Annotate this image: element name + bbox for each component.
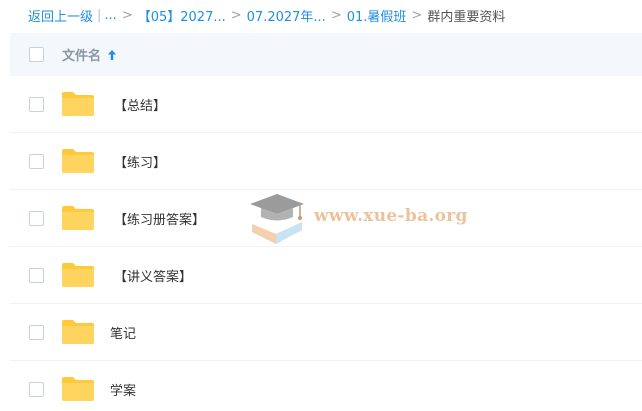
breadcrumb-divider: | [97,7,102,23]
row-checkbox[interactable] [29,153,44,169]
folder-icon [62,377,94,401]
breadcrumb-item-3[interactable]: 01.暑假班 [347,6,407,25]
folder-icon [62,206,94,230]
breadcrumb-separator: > [411,7,423,23]
select-all-checkbox[interactable] [29,47,44,62]
row-checkbox[interactable] [29,267,44,283]
breadcrumb-separator: > [121,7,133,23]
folder-icon [62,263,94,287]
column-header-label: 文件名 [62,49,102,64]
row-checkbox[interactable] [29,210,44,226]
file-name[interactable]: 【练习】 [114,152,166,171]
folder-icon [62,320,94,344]
breadcrumb: 返回上一级 | ... > 【05】2027... > 07.2027年... … [0,0,642,30]
folder-icon [62,92,94,116]
back-link[interactable]: 返回上一级 [28,6,93,25]
row-checkbox[interactable] [29,324,44,340]
file-name[interactable]: 学案 [110,380,136,399]
file-browser: 返回上一级 | ... > 【05】2027... > 07.2027年... … [0,0,642,411]
breadcrumb-item-1[interactable]: 【05】2027... [138,6,226,25]
file-list: 【总结】 【练习】 【练习册答案】 【讲义答案】 笔记 学案 [10,76,642,411]
folder-icon [62,149,94,173]
arrow-up-icon[interactable] [107,49,117,61]
breadcrumb-separator: > [330,7,342,23]
breadcrumb-item-2[interactable]: 07.2027年... [247,6,326,25]
file-list-header: 文件名 [10,33,642,76]
column-header-filename[interactable]: 文件名 [62,45,117,64]
list-item[interactable]: 学案 [10,361,642,411]
breadcrumb-separator: > [230,7,242,23]
list-item[interactable]: 【讲义答案】 [10,247,642,304]
list-item[interactable]: 笔记 [10,304,642,361]
row-checkbox[interactable] [29,96,44,112]
file-name[interactable]: 【练习册答案】 [114,209,205,228]
list-item[interactable]: 【练习册答案】 [10,190,642,247]
file-name[interactable]: 【讲义答案】 [114,266,192,285]
list-item[interactable]: 【练习】 [10,133,642,190]
row-checkbox[interactable] [29,381,44,397]
breadcrumb-ellipsis[interactable]: ... [104,8,116,23]
file-name[interactable]: 【总结】 [114,95,166,114]
list-item[interactable]: 【总结】 [10,76,642,133]
file-name[interactable]: 笔记 [110,323,136,342]
breadcrumb-current: 群内重要资料 [427,9,506,25]
